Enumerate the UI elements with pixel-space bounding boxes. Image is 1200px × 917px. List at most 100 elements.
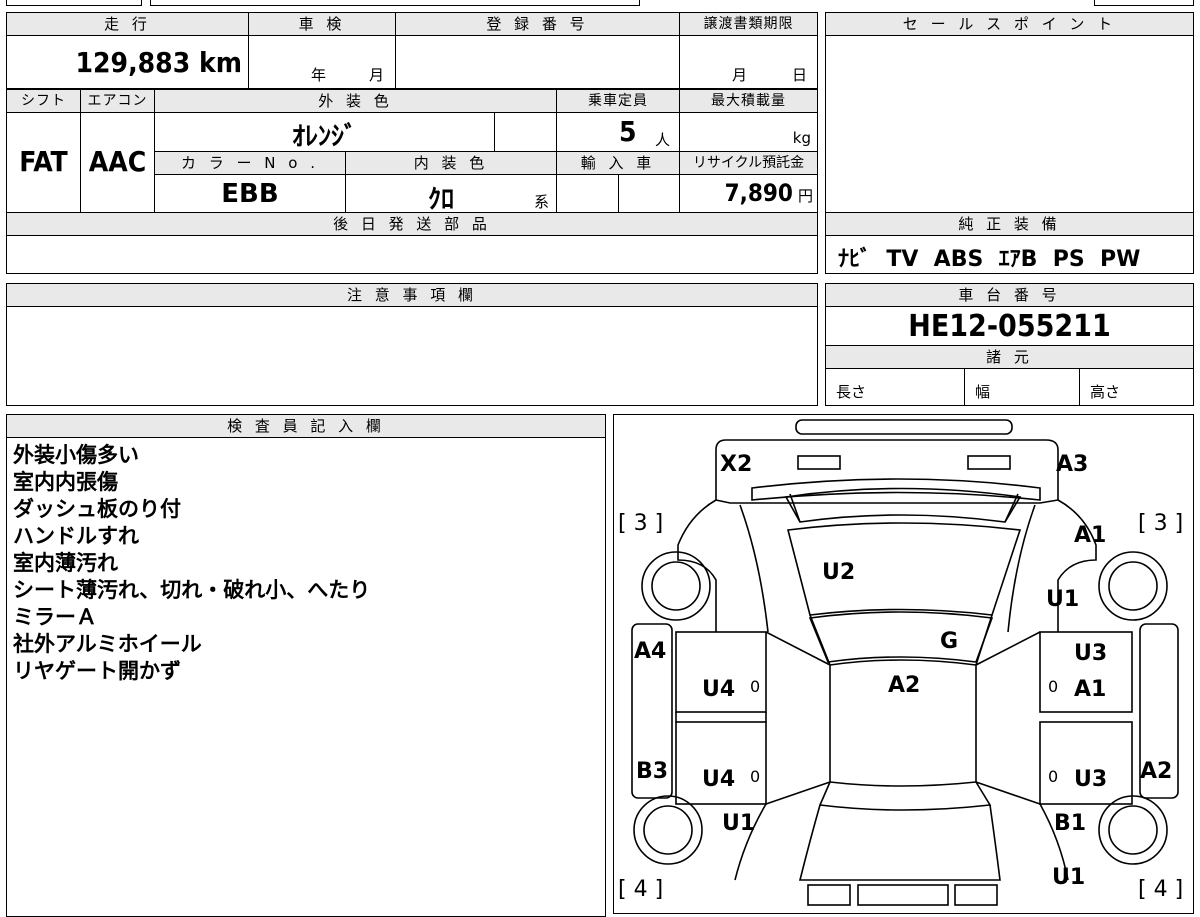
car-diagram-panel: X2 A3 [ 3 ] [ 3 ] A1 U2 U1 G A4 U3 U4 0 … — [613, 414, 1194, 914]
notes-cell — [6, 306, 818, 406]
int-color-cell: ｸﾛ 系 — [345, 174, 557, 215]
transfer-header: 譲渡書類期限 — [679, 12, 818, 36]
transfer-month-label: 月 — [732, 66, 748, 84]
int-color-header: 内 装 色 — [345, 151, 557, 175]
label-a3: A3 — [1056, 452, 1089, 477]
label-b1: B1 — [1054, 811, 1087, 836]
specs-length-cell: 長さ — [825, 368, 965, 406]
specs-header: 諸 元 — [825, 345, 1194, 369]
label-u1-bottom: U1 — [1052, 865, 1086, 890]
specs-width-cell: 幅 — [964, 368, 1080, 406]
mileage-cell: 129,883 km — [6, 35, 249, 89]
label-x2: X2 — [720, 452, 753, 477]
color-no-cell: EBB — [154, 174, 346, 213]
inspector-note: シート薄汚れ、切れ・破れ小、へたり — [13, 578, 371, 602]
inspection-cell: 年 月 — [248, 35, 396, 89]
inspector-note: 室内薄汚れ — [13, 551, 118, 575]
equipment-value: ﾅﾋﾞ TV ABS ｴｱB PS PW — [838, 247, 1141, 272]
ext-color-value: ｵﾚﾝｼﾞ — [291, 122, 357, 152]
label-a1-mid: A1 — [1074, 677, 1107, 702]
int-color-value: ｸﾛ — [427, 185, 454, 215]
later-parts-header: 後 日 発 送 部 品 — [6, 212, 818, 236]
later-parts-cell — [6, 235, 818, 274]
label-zero-3: 0 — [750, 767, 761, 786]
chassis-header: 車 台 番 号 — [825, 283, 1194, 307]
ext-color-cell: ｵﾚﾝｼﾞ — [154, 112, 495, 152]
label-u1-right: U1 — [1046, 587, 1080, 612]
label-tire-rl: [ 4 ] — [618, 877, 664, 902]
capacity-value: 5 — [619, 115, 637, 148]
import-header: 輸 入 車 — [556, 151, 680, 175]
inspector-note: 外装小傷多い — [13, 443, 139, 467]
label-u1-left: U1 — [722, 811, 756, 836]
label-zero-1: 0 — [750, 677, 761, 696]
inspector-note: ダッシュ板のり付 — [13, 497, 181, 521]
import-cell-right — [618, 174, 680, 213]
aircon-value: AAC — [88, 145, 147, 178]
label-a2-center: A2 — [888, 673, 921, 698]
registration-cell — [395, 35, 680, 89]
mileage-header: 走 行 — [6, 12, 249, 36]
label-u3-top: U3 — [1074, 641, 1108, 666]
top-cutoff-cell-3 — [1094, 0, 1194, 6]
label-zero-4: 0 — [1048, 767, 1059, 786]
color-no-value: EBB — [221, 179, 279, 209]
inspector-notes-list: 外装小傷多い 室内内張傷 ダッシュ板のり付 ハンドルすれ 室内薄汚れ シート薄汚… — [13, 442, 370, 685]
recycle-header: リサイクル預託金 — [679, 151, 818, 175]
recycle-cell: 7,890 円 — [679, 174, 818, 213]
inspector-note: 室内内張傷 — [13, 470, 118, 494]
ext-color-extra-cell — [494, 112, 557, 152]
mileage-value: 129,883 — [75, 46, 191, 79]
sales-point-header: セ ー ル ス ポ イ ン ト — [825, 12, 1194, 36]
equipment-header: 純 正 装 備 — [825, 212, 1194, 236]
inspection-header: 車 検 — [248, 12, 396, 36]
specs-height-cell: 高さ — [1079, 368, 1194, 406]
inspector-header: 検 査 員 記 入 欄 — [6, 414, 606, 438]
label-u2: U2 — [822, 560, 856, 585]
notes-header: 注 意 事 項 欄 — [6, 283, 818, 307]
int-color-suffix: 系 — [534, 193, 550, 211]
label-a1-top: A1 — [1074, 523, 1107, 548]
color-no-header: カ ラ ー N o . — [154, 151, 346, 175]
capacity-header: 乗車定員 — [556, 89, 680, 113]
label-u3-bottom: U3 — [1074, 767, 1108, 792]
inspector-cell: 外装小傷多い 室内内張傷 ダッシュ板のり付 ハンドルすれ 室内薄汚れ シート薄汚… — [6, 437, 606, 917]
shift-header: シフト — [6, 89, 81, 113]
max-load-header: 最大積載量 — [679, 89, 818, 113]
chassis-cell: HE12-055211 — [825, 306, 1194, 346]
inspector-note: 社外アルミホイール — [13, 632, 202, 656]
max-load-unit: kg — [792, 129, 811, 147]
chassis-value: HE12-055211 — [908, 309, 1111, 344]
label-tire-fr: [ 3 ] — [1138, 511, 1184, 536]
aircon-cell: AAC — [80, 112, 155, 213]
recycle-value: 7,890 — [724, 179, 793, 207]
specs-length-label: 長さ — [836, 383, 867, 401]
shift-value: FAT — [19, 145, 68, 178]
label-zero-2: 0 — [1048, 677, 1059, 696]
transfer-day-label: 日 — [792, 66, 808, 84]
label-tire-rr: [ 4 ] — [1138, 877, 1184, 902]
mileage-unit: km — [199, 46, 242, 79]
ext-color-header: 外 装 色 — [154, 89, 557, 113]
inspection-year-label: 年 — [311, 66, 327, 84]
aircon-header: エアコン — [80, 89, 155, 113]
inspection-month-label: 月 — [369, 66, 385, 84]
top-cutoff-cell-2 — [150, 0, 640, 6]
inspector-note: ハンドルすれ — [13, 524, 139, 548]
label-g: G — [940, 629, 959, 654]
sales-point-cell — [825, 35, 1194, 213]
transfer-cell: 月 日 — [679, 35, 818, 89]
label-u4-bottom: U4 — [702, 767, 736, 792]
equipment-cell: ﾅﾋﾞ TV ABS ｴｱB PS PW — [825, 235, 1194, 274]
label-a2-right: A2 — [1140, 759, 1173, 784]
specs-height-label: 高さ — [1090, 383, 1121, 401]
label-a4: A4 — [634, 639, 667, 664]
recycle-unit: 円 — [797, 187, 813, 205]
capacity-cell: 5 人 — [556, 112, 680, 152]
label-b3: B3 — [636, 759, 669, 784]
registration-header: 登 録 番 号 — [395, 12, 680, 36]
label-tire-fl: [ 3 ] — [618, 511, 664, 536]
inspector-note: リヤゲート開かず — [13, 659, 181, 683]
max-load-cell: kg — [679, 112, 818, 152]
inspector-note: ミラーＡ — [13, 605, 97, 629]
